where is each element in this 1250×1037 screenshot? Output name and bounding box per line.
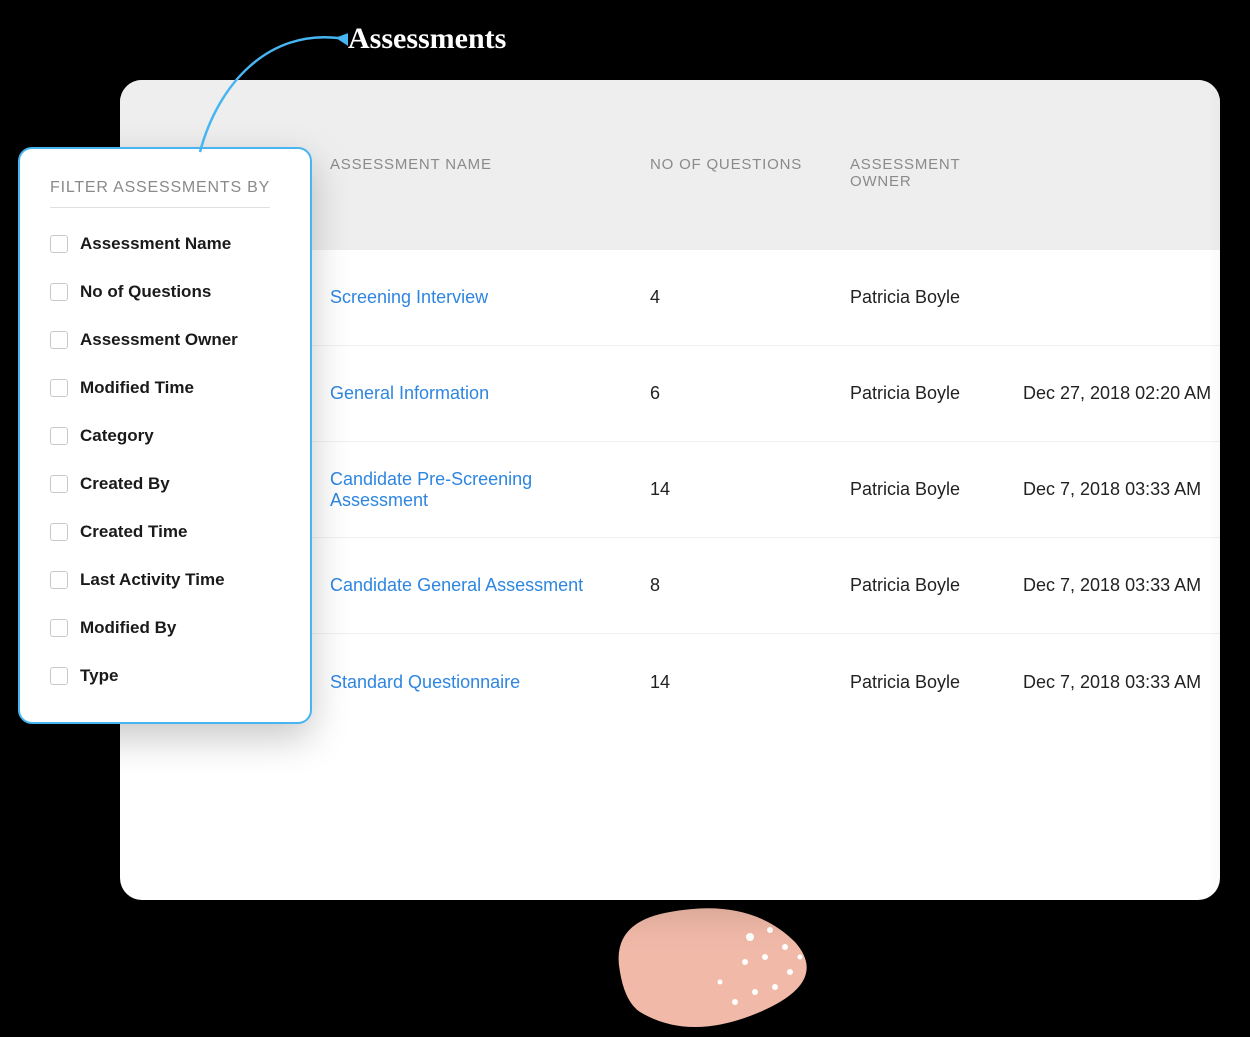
checkbox-icon[interactable] <box>50 427 68 445</box>
filter-option-last-activity-time[interactable]: Last Activity Time <box>50 570 284 590</box>
assessment-link[interactable]: General Information <box>330 383 489 403</box>
owner-name: Patricia Boyle <box>850 383 1015 404</box>
filter-option-modified-time[interactable]: Modified Time <box>50 378 284 398</box>
modified-time: Dec 7, 2018 03:33 AM <box>1015 479 1220 500</box>
owner-name: Patricia Boyle <box>850 287 1015 308</box>
decorative-blob <box>600 902 820 1032</box>
checkbox-icon[interactable] <box>50 523 68 541</box>
owner-name: Patricia Boyle <box>850 672 1015 693</box>
divider <box>50 207 270 208</box>
filter-option-no-of-questions[interactable]: No of Questions <box>50 282 284 302</box>
modified-time: Dec 7, 2018 03:33 AM <box>1015 672 1220 693</box>
filter-label: No of Questions <box>80 282 211 302</box>
filter-panel-title: FILTER ASSESSMENTS BY <box>50 179 284 197</box>
assessment-link[interactable]: Candidate General Assessment <box>330 575 583 595</box>
filter-label: Modified By <box>80 618 176 638</box>
filter-option-category[interactable]: Category <box>50 426 284 446</box>
annotation-label: Assessments <box>348 22 506 56</box>
checkbox-icon[interactable] <box>50 235 68 253</box>
filter-option-created-by[interactable]: Created By <box>50 474 284 494</box>
filter-label: Last Activity Time <box>80 570 225 590</box>
filter-label: Created By <box>80 474 170 494</box>
questions-count: 14 <box>650 479 850 500</box>
assessment-link[interactable]: Candidate Pre-Screening Assessment <box>330 469 532 510</box>
filter-panel: FILTER ASSESSMENTS BY Assessment Name No… <box>18 147 312 724</box>
owner-name: Patricia Boyle <box>850 479 1015 500</box>
filter-option-created-time[interactable]: Created Time <box>50 522 284 542</box>
filter-label: Category <box>80 426 154 446</box>
filter-option-type[interactable]: Type <box>50 666 284 686</box>
filter-label: Created Time <box>80 522 187 542</box>
column-header-name[interactable]: ASSESSMENT NAME <box>330 156 650 173</box>
filter-label: Assessment Name <box>80 234 231 254</box>
owner-name: Patricia Boyle <box>850 575 1015 596</box>
assessment-link[interactable]: Standard Questionnaire <box>330 672 520 692</box>
filter-option-modified-by[interactable]: Modified By <box>50 618 284 638</box>
filter-label: Assessment Owner <box>80 330 238 350</box>
questions-count: 14 <box>650 672 850 693</box>
checkbox-icon[interactable] <box>50 475 68 493</box>
assessment-link[interactable]: Screening Interview <box>330 287 488 307</box>
filter-label: Type <box>80 666 118 686</box>
checkbox-icon[interactable] <box>50 619 68 637</box>
questions-count: 8 <box>650 575 850 596</box>
checkbox-icon[interactable] <box>50 667 68 685</box>
filter-option-assessment-name[interactable]: Assessment Name <box>50 234 284 254</box>
checkbox-icon[interactable] <box>50 379 68 397</box>
column-header-owner[interactable]: ASSESSMENT OWNER <box>850 156 1015 190</box>
checkbox-icon[interactable] <box>50 331 68 349</box>
annotation-arrow-icon <box>188 24 348 164</box>
questions-count: 4 <box>650 287 850 308</box>
checkbox-icon[interactable] <box>50 571 68 589</box>
questions-count: 6 <box>650 383 850 404</box>
checkbox-icon[interactable] <box>50 283 68 301</box>
filter-option-assessment-owner[interactable]: Assessment Owner <box>50 330 284 350</box>
modified-time: Dec 27, 2018 02:20 AM <box>1015 383 1220 404</box>
modified-time: Dec 7, 2018 03:33 AM <box>1015 575 1220 596</box>
column-header-questions[interactable]: NO OF QUESTIONS <box>650 156 850 173</box>
filter-label: Modified Time <box>80 378 194 398</box>
